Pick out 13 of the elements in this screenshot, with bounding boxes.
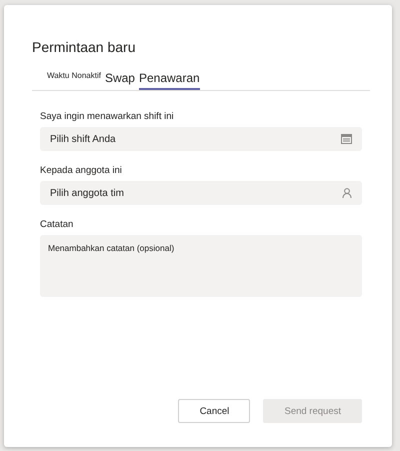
member-picker[interactable]: Pilih anggota tim [40, 181, 362, 205]
field-label: Catatan [40, 219, 74, 230]
tab[interactable]: Waktu Nonaktif [47, 71, 101, 85]
field-label: Saya ingin menawarkan shift ini [40, 111, 175, 122]
note-field[interactable]: Menambahkan catatan (opsional) [40, 235, 362, 297]
calendar-icon [341, 134, 352, 144]
cancel-button[interactable]: Cancel [178, 399, 250, 423]
person-icon [342, 188, 352, 198]
tab[interactable]: Swap [104, 71, 135, 90]
shift-picker[interactable]: Pilih shift Anda [40, 127, 362, 151]
dialog-title: Permintaan baru [32, 39, 137, 55]
tab[interactable]: Penawaran [138, 71, 200, 90]
field-label: Kepada anggota ini [40, 165, 123, 176]
